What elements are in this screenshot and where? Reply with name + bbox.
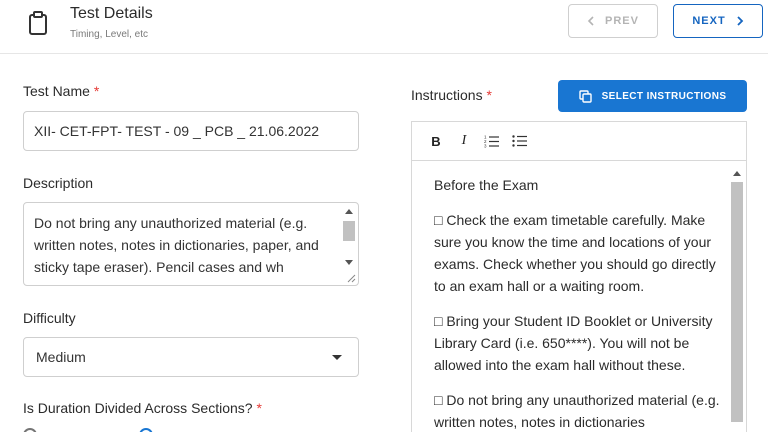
page-title: Test Details: [70, 5, 153, 22]
required-marker: *: [93, 83, 100, 99]
chevron-right-icon: [737, 16, 743, 26]
description-textarea[interactable]: Do not bring any unauthorized material (…: [23, 202, 359, 286]
scroll-up-icon[interactable]: [345, 209, 353, 214]
difficulty-label: Difficulty: [23, 310, 76, 326]
required-marker: *: [256, 400, 262, 416]
scroll-down-icon[interactable]: [345, 260, 353, 265]
test-name-label: Test Name *: [23, 83, 99, 99]
prev-button-label: PREV: [605, 15, 639, 27]
next-button-label: NEXT: [692, 15, 726, 27]
italic-button[interactable]: I: [456, 133, 472, 149]
page-subtitle: Timing, Level, etc: [70, 29, 148, 40]
resize-handle-icon[interactable]: [346, 273, 356, 283]
instructions-label-text: Instructions: [411, 87, 483, 103]
ordered-list-button[interactable]: 1 2 3: [484, 134, 500, 148]
instruction-paragraph: Before the Exam: [434, 177, 539, 193]
description-scrollbar[interactable]: [342, 205, 356, 269]
clipboard-icon: [29, 11, 47, 35]
difficulty-select[interactable]: Medium: [23, 337, 359, 377]
scroll-thumb[interactable]: [343, 221, 355, 241]
duration-divided-label-text: Is Duration Divided Across Sections?: [23, 400, 253, 416]
instruction-paragraph: □ Check the exam timetable carefully. Ma…: [434, 212, 716, 294]
page-header: Test Details Timing, Level, etc PREV NEX…: [0, 0, 768, 54]
bullet-list-button[interactable]: [512, 134, 528, 148]
bold-button[interactable]: B: [428, 134, 444, 149]
scroll-up-icon[interactable]: [733, 171, 741, 176]
prev-button[interactable]: PREV: [568, 4, 658, 38]
instruction-paragraph: □ Do not bring any unauthorized material…: [434, 392, 720, 430]
editor-scrollbar[interactable]: [730, 166, 744, 432]
select-instructions-button[interactable]: SELECT INSTRUCTIONS: [558, 80, 747, 112]
instructions-editor[interactable]: B I 1 2 3 Before the Exam □ Check the ex…: [411, 121, 747, 432]
required-marker: *: [486, 87, 492, 103]
description-value: Do not bring any unauthorized material (…: [34, 215, 319, 275]
editor-toolbar: B I 1 2 3: [412, 122, 746, 161]
duration-divided-label: Is Duration Divided Across Sections? *: [23, 400, 262, 416]
bullet-list-icon: [512, 135, 527, 147]
description-label: Description: [23, 175, 94, 191]
caret-down-icon: [332, 355, 342, 360]
test-name-label-text: Test Name: [23, 83, 90, 99]
instructions-content[interactable]: Before the Exam □ Check the exam timetab…: [434, 174, 724, 432]
copy-icon: [578, 89, 592, 103]
radio-option-yes[interactable]: [139, 428, 153, 432]
scroll-thumb[interactable]: [731, 182, 743, 422]
difficulty-value: Medium: [36, 349, 86, 365]
next-button[interactable]: NEXT: [673, 4, 763, 38]
select-instructions-label: SELECT INSTRUCTIONS: [601, 90, 727, 102]
test-name-value: XII- CET-FPT- TEST - 09 _ PCB _ 21.06.20…: [34, 123, 320, 139]
radio-option-no[interactable]: [23, 428, 37, 432]
test-name-input[interactable]: XII- CET-FPT- TEST - 09 _ PCB _ 21.06.20…: [23, 111, 359, 151]
chevron-left-icon: [587, 16, 594, 26]
instruction-paragraph: □ Bring your Student ID Booklet or Unive…: [434, 313, 713, 373]
svg-text:3: 3: [484, 144, 487, 149]
ordered-list-icon: 1 2 3: [484, 135, 499, 149]
instructions-label: Instructions *: [411, 87, 492, 103]
